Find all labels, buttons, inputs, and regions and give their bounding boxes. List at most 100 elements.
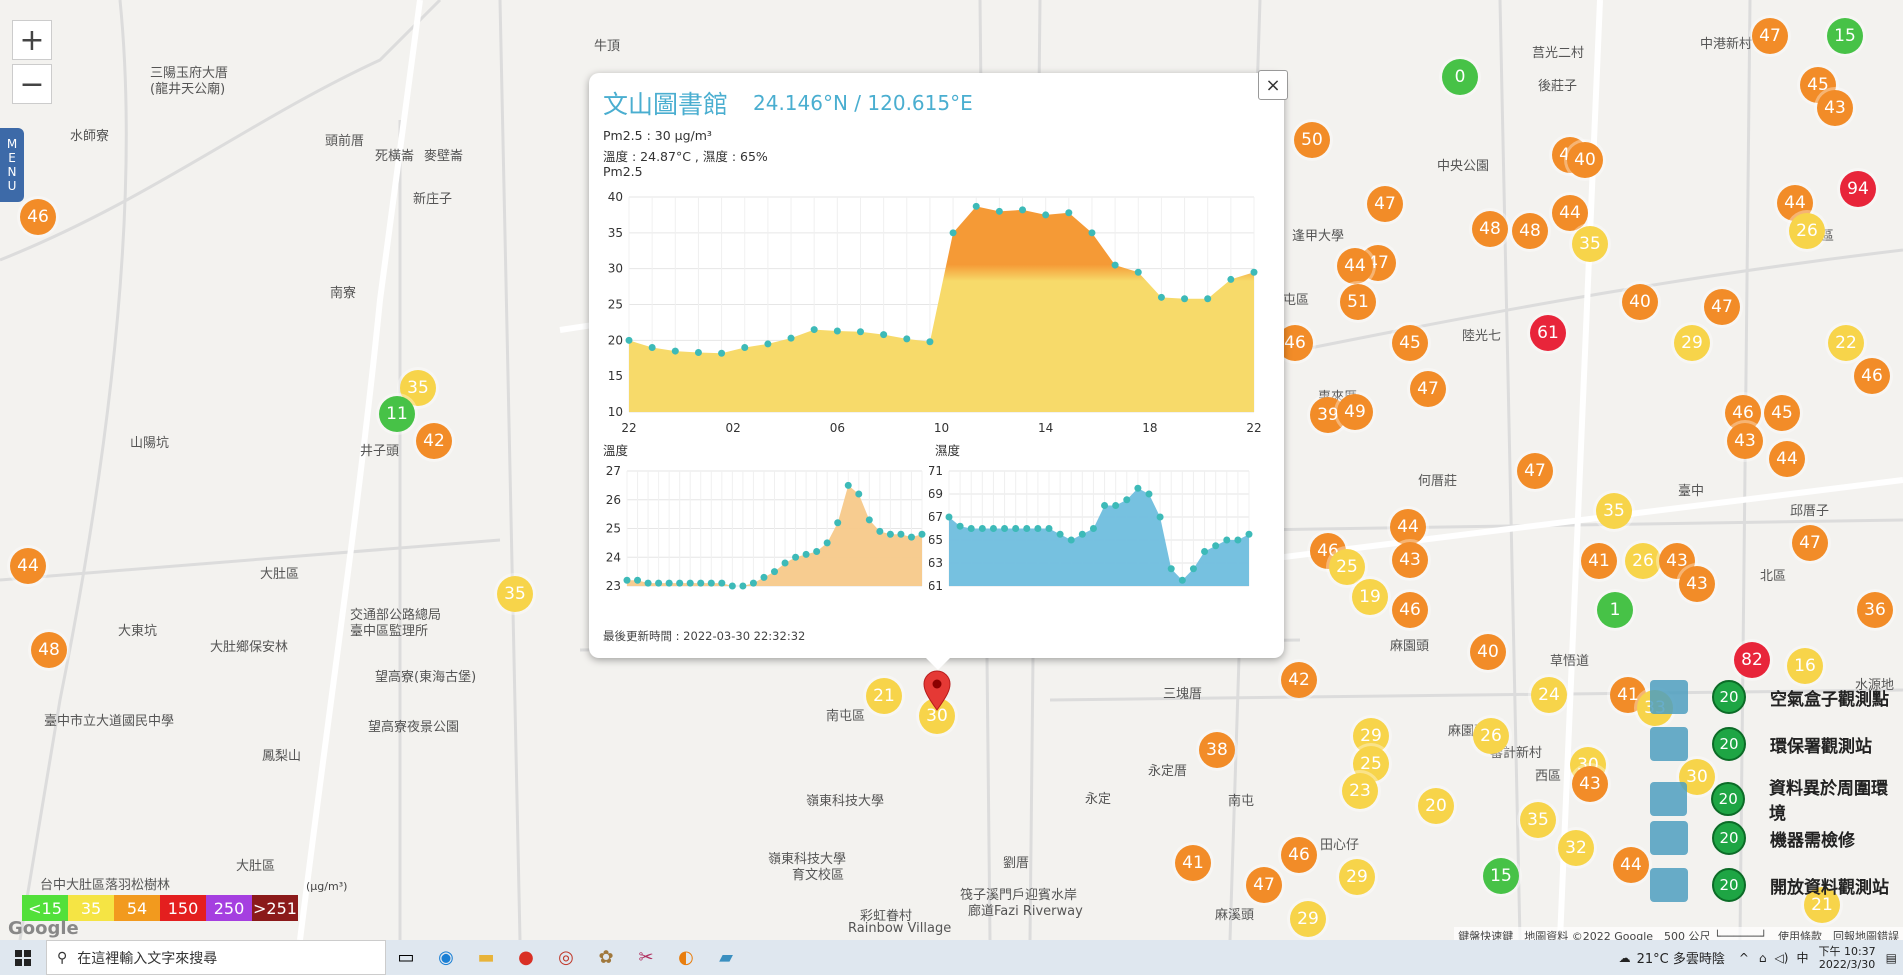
location-pin-icon[interactable]	[922, 670, 952, 712]
app-icon-2[interactable]: ✿	[586, 940, 626, 975]
station-marker[interactable]: 47	[1792, 525, 1828, 561]
chrome-icon[interactable]: ●	[506, 940, 546, 975]
app-icon-1[interactable]: ◎	[546, 940, 586, 975]
station-marker[interactable]: 42	[1281, 662, 1317, 698]
data-point	[1167, 565, 1175, 573]
station-marker[interactable]: 94	[1840, 171, 1876, 207]
station-marker[interactable]: 82	[1734, 642, 1770, 678]
station-marker[interactable]: 43	[1392, 542, 1428, 578]
station-marker[interactable]: 44	[1337, 248, 1373, 284]
weather-icon[interactable]: ☁	[1619, 951, 1631, 965]
station-marker[interactable]: 26	[1625, 543, 1661, 579]
station-marker[interactable]: 35	[1572, 226, 1608, 262]
station-marker[interactable]: 44	[1613, 847, 1649, 883]
station-marker[interactable]: 15	[1483, 858, 1519, 894]
station-marker[interactable]: 47	[1517, 453, 1553, 489]
map-attribution[interactable]: 鍵盤快速鍵 地圖資料 ©2022 Google 500 公尺 └──────┘ …	[1454, 927, 1903, 940]
station-marker[interactable]: 21	[866, 678, 902, 714]
station-marker[interactable]: 22	[1828, 325, 1864, 361]
station-marker[interactable]: 35	[1596, 493, 1632, 529]
station-marker[interactable]: 15	[1827, 18, 1863, 54]
station-marker[interactable]: 32	[1558, 830, 1594, 866]
station-marker[interactable]: 38	[1199, 732, 1235, 768]
station-marker[interactable]: 45	[1392, 325, 1428, 361]
station-marker[interactable]: 19	[1352, 579, 1388, 615]
notification-icon[interactable]: ▤	[1886, 951, 1897, 965]
station-marker[interactable]: 47	[1367, 186, 1403, 222]
app-icon-3[interactable]: ✂	[626, 940, 666, 975]
station-marker[interactable]: 46	[1281, 837, 1317, 873]
zoom-in-button[interactable]: +	[12, 20, 52, 60]
ime-indicator[interactable]: 中	[1796, 949, 1808, 966]
file-explorer-icon[interactable]: ▬	[466, 940, 506, 975]
station-marker[interactable]: 43	[1727, 423, 1763, 459]
taskbar-search[interactable]: ⚲ 在這裡輸入文字來搜尋	[46, 940, 386, 975]
station-marker[interactable]: 47	[1410, 371, 1446, 407]
start-button[interactable]	[0, 940, 46, 975]
data-point	[1067, 536, 1075, 544]
station-marker[interactable]: 20	[1418, 788, 1454, 824]
station-marker[interactable]: 26	[1789, 213, 1825, 249]
station-marker[interactable]: 46	[20, 199, 56, 235]
x-tick-label: 18	[1142, 421, 1157, 435]
volume-icon[interactable]: ◁)	[1775, 951, 1789, 965]
station-marker[interactable]: 46	[1854, 358, 1890, 394]
station-marker[interactable]: 51	[1340, 284, 1376, 320]
station-marker[interactable]: 50	[1294, 122, 1330, 158]
station-marker[interactable]: 24	[1531, 677, 1567, 713]
station-marker[interactable]: 1	[1597, 592, 1633, 628]
station-marker[interactable]: 36	[1857, 592, 1893, 628]
station-marker[interactable]: 43	[1679, 566, 1715, 602]
station-marker[interactable]: 35	[497, 576, 533, 612]
station-marker[interactable]: 45	[1764, 395, 1800, 431]
station-marker[interactable]: 29	[1339, 859, 1375, 895]
temperature-chart: 23 24 25 26 27	[606, 464, 926, 593]
station-marker[interactable]: 40	[1470, 634, 1506, 670]
station-marker[interactable]: 48	[1472, 211, 1508, 247]
station-marker[interactable]: 35	[1520, 802, 1556, 838]
edge-browser-icon[interactable]: ◉	[426, 940, 466, 975]
station-marker[interactable]: 42	[416, 423, 452, 459]
google-logo[interactable]: Google	[8, 918, 79, 939]
weather-text[interactable]: 21°C 多雲時陰	[1637, 948, 1725, 967]
station-marker[interactable]: 44	[1390, 509, 1426, 545]
station-type-label: 資料異於周圍環境	[1769, 779, 1888, 824]
station-marker[interactable]: 23	[1342, 773, 1378, 809]
station-marker[interactable]: 47	[1246, 867, 1282, 903]
station-marker[interactable]: 47	[1704, 289, 1740, 325]
station-marker[interactable]: 29	[1674, 325, 1710, 361]
blender-icon[interactable]: ◐	[666, 940, 706, 975]
station-marker[interactable]: 16	[1787, 648, 1823, 684]
menu-tab[interactable]: MENU	[0, 128, 24, 202]
station-marker[interactable]: 25	[1329, 549, 1365, 585]
station-marker[interactable]: 41	[1581, 543, 1617, 579]
station-type-icon	[1650, 680, 1688, 714]
station-marker[interactable]: 43	[1572, 766, 1608, 802]
zoom-out-button[interactable]: −	[12, 64, 52, 104]
popup-close-button[interactable]: ×	[1258, 70, 1288, 100]
station-marker[interactable]: 61	[1530, 315, 1566, 351]
station-marker[interactable]: 26	[1473, 718, 1509, 754]
network-icon[interactable]: ⌂	[1759, 951, 1767, 965]
legend-cell: 150	[160, 895, 206, 921]
station-marker[interactable]: 41	[1175, 845, 1211, 881]
station-marker[interactable]: 29	[1290, 901, 1326, 937]
station-marker[interactable]: 46	[1392, 592, 1428, 628]
station-marker[interactable]: 49	[1337, 394, 1373, 430]
station-marker[interactable]: 47	[1752, 18, 1788, 54]
station-marker[interactable]: 40	[1622, 284, 1658, 320]
app-icon-4[interactable]: ▰	[706, 940, 746, 975]
station-marker[interactable]: 44	[10, 548, 46, 584]
station-marker[interactable]: 43	[1817, 90, 1853, 126]
station-marker[interactable]: 44	[1769, 441, 1805, 477]
map[interactable]: 牛頂 三陽玉府大厝 (龍井天公廟) 水師寮 頭前厝 死橫崙 麥壁崙 新庄子 南寮 山陽坑 井子頭 大肚…	[0, 0, 1903, 940]
station-marker[interactable]: 0	[1442, 59, 1478, 95]
station-marker[interactable]: 48	[1512, 213, 1548, 249]
station-marker[interactable]: 11	[379, 396, 415, 432]
tray-chevron-icon[interactable]: ^	[1739, 951, 1749, 965]
station-marker[interactable]: 40	[1567, 142, 1603, 178]
station-marker[interactable]: 44	[1552, 195, 1588, 231]
clock[interactable]: 下午 10:37 2022/3/30	[1818, 945, 1875, 971]
task-view-icon[interactable]: ▭	[386, 940, 426, 975]
station-marker[interactable]: 48	[31, 632, 67, 668]
